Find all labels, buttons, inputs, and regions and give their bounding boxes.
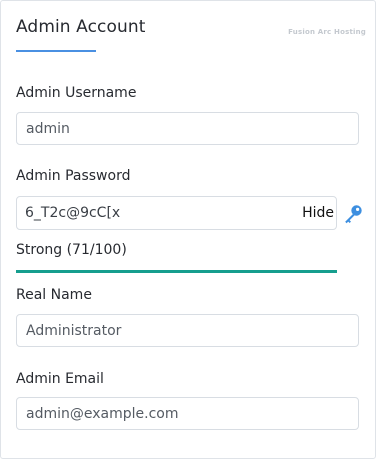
real-name-label: Real Name <box>16 287 92 303</box>
key-icon[interactable] <box>342 203 364 225</box>
title-underline <box>16 50 96 52</box>
username-label: Admin Username <box>16 85 137 101</box>
real-name-input[interactable] <box>16 314 359 347</box>
page-title: Admin Account <box>16 17 146 37</box>
password-strength-text: Strong (71/100) <box>16 242 127 258</box>
username-input[interactable] <box>16 112 359 145</box>
password-input[interactable] <box>17 197 287 229</box>
email-input[interactable] <box>16 397 359 430</box>
password-field: Hide <box>16 196 337 230</box>
hide-password-button[interactable]: Hide <box>298 197 334 229</box>
brand-watermark: Fusion Arc Hosting <box>288 28 366 36</box>
admin-account-panel: Admin Account Fusion Arc Hosting Admin U… <box>0 0 376 459</box>
password-label: Admin Password <box>16 168 131 184</box>
password-strength-fill <box>16 270 337 273</box>
panel-header: Admin Account Fusion Arc Hosting <box>16 17 366 57</box>
email-label: Admin Email <box>16 371 104 387</box>
password-strength-bar <box>16 270 337 273</box>
